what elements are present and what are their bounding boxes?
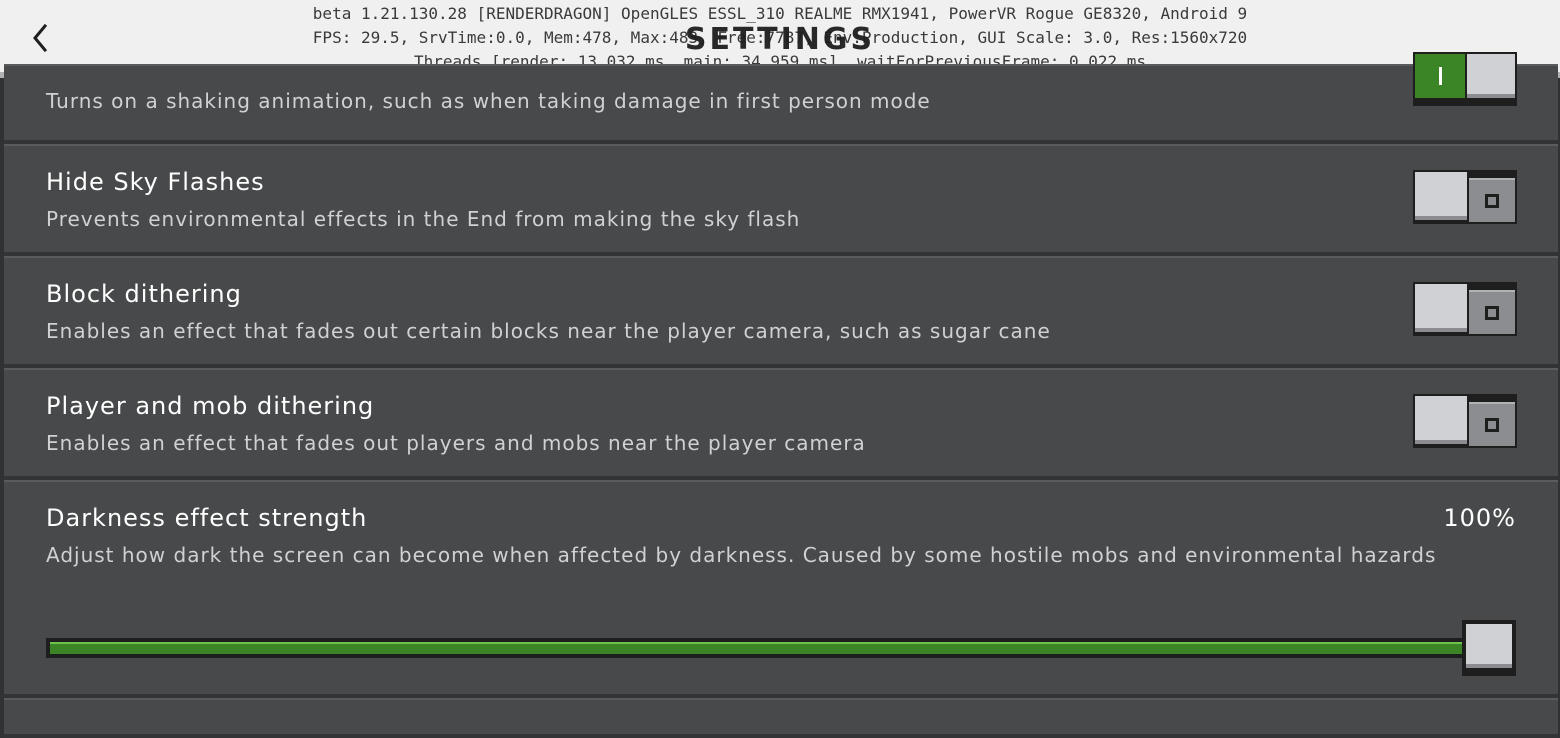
slider-value-label: 100% xyxy=(1443,504,1516,532)
camera-shake-toggle[interactable] xyxy=(1413,52,1517,106)
setting-row-block-dithering: Block dithering Enables an effect that f… xyxy=(4,256,1558,368)
hide-sky-flashes-toggle[interactable] xyxy=(1413,170,1517,224)
setting-row-darkness-strength: Darkness effect strength 100% Adjust how… xyxy=(4,480,1558,698)
darkness-strength-slider[interactable] xyxy=(46,620,1516,676)
setting-description: Prevents environmental effects in the En… xyxy=(46,207,801,231)
setting-title: Darkness effect strength xyxy=(46,504,368,532)
setting-description: Adjust how dark the screen can become wh… xyxy=(46,543,1437,567)
chevron-left-icon xyxy=(33,23,48,53)
setting-title: Block dithering xyxy=(46,280,242,308)
setting-row-hide-sky-flashes: Hide Sky Flashes Prevents environmental … xyxy=(4,144,1558,256)
slider-fill xyxy=(50,642,1464,654)
setting-description: Enables an effect that fades out players… xyxy=(46,431,866,455)
setting-description: Enables an effect that fades out certain… xyxy=(46,319,1051,343)
back-button[interactable] xyxy=(14,14,66,62)
settings-list[interactable]: Turns on a shaking animation, such as wh… xyxy=(0,52,1560,738)
block-dithering-toggle[interactable] xyxy=(1413,282,1517,336)
setting-title: Player and mob dithering xyxy=(46,392,375,420)
page-title: SETTINGS xyxy=(684,22,876,57)
setting-title: Hide Sky Flashes xyxy=(46,168,265,196)
setting-description: Turns on a shaking animation, such as wh… xyxy=(46,89,931,113)
setting-row-next xyxy=(4,698,1558,738)
slider-thumb[interactable] xyxy=(1462,620,1516,676)
player-mob-dithering-toggle[interactable] xyxy=(1413,394,1517,448)
setting-row-player-mob-dithering: Player and mob dithering Enables an effe… xyxy=(4,368,1558,480)
setting-row-camera-shake: Turns on a shaking animation, such as wh… xyxy=(4,52,1558,144)
